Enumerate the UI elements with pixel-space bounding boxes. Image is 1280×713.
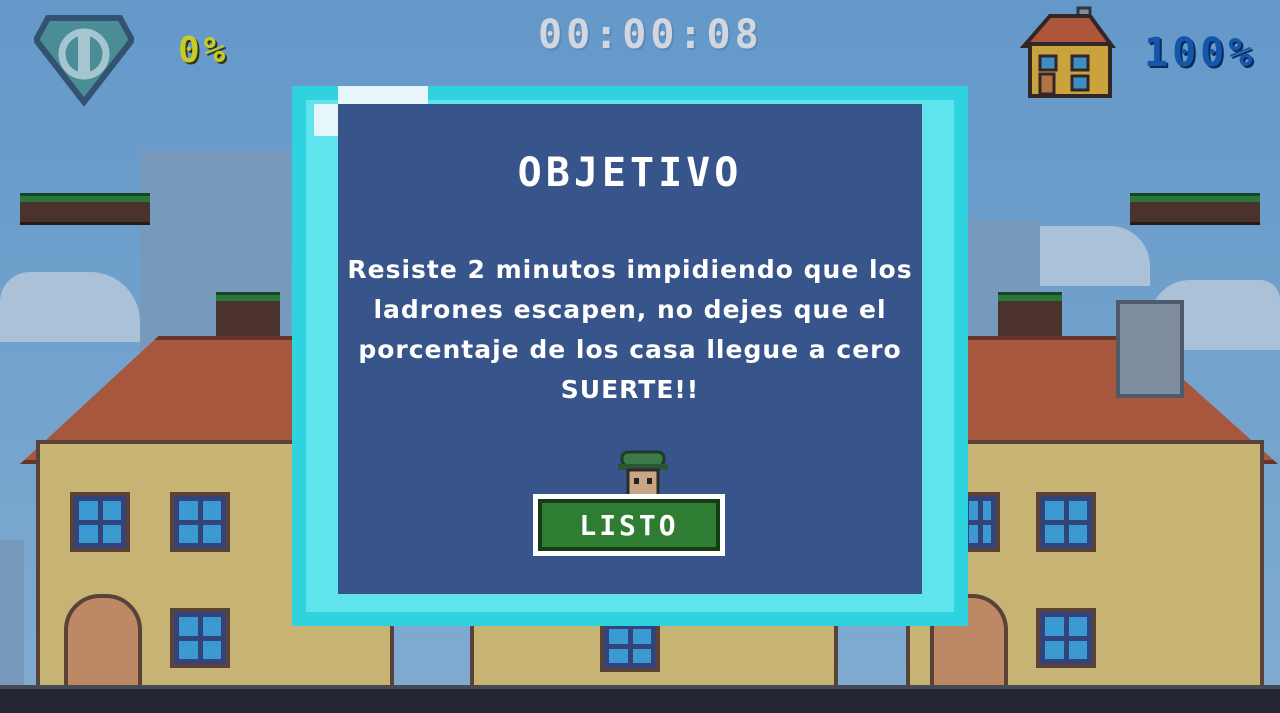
ready-button-label: LISTO (579, 508, 679, 542)
dialog-title: OBJETIVO (517, 150, 743, 196)
modal-corner-highlight (314, 104, 338, 136)
ready-button[interactable]: LISTO (533, 494, 725, 556)
dialog-message: Resiste 2 minutos impidiendo que los lad… (347, 255, 913, 404)
modal-corner-highlight (338, 86, 428, 104)
ready-button-face[interactable]: LISTO (538, 499, 720, 551)
